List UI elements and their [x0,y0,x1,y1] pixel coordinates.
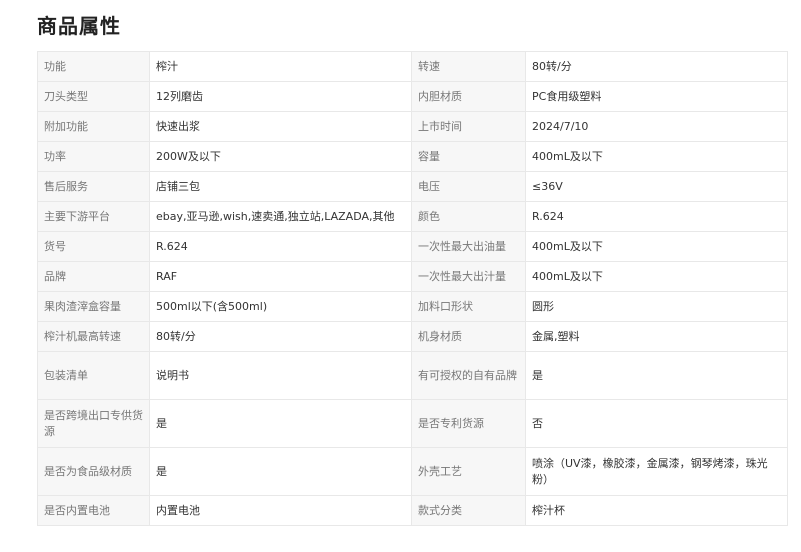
table-row: 货号 R.624 一次性最大出油量 400mL及以下 [37,231,788,262]
attr-value: 榨汁杯 [525,495,788,526]
attr-value: ≤36V [525,171,788,202]
attr-value: 500ml以下(含500ml) [149,291,412,322]
attr-key: 容量 [411,141,526,172]
table-row: 刀头类型 12列磨齿 内胆材质 PC食用级塑料 [37,81,788,112]
attr-key: 附加功能 [37,111,150,142]
attr-key: 主要下游平台 [37,201,150,232]
attr-key: 是否为食品级材质 [37,447,150,496]
attr-value: 快速出浆 [149,111,412,142]
table-row: 附加功能 快速出浆 上市时间 2024/7/10 [37,111,788,142]
attr-key: 货号 [37,231,150,262]
attr-key: 外壳工艺 [411,447,526,496]
attr-value: 店铺三包 [149,171,412,202]
attr-value: 是 [149,447,412,496]
table-row: 是否内置电池 内置电池 款式分类 榨汁杯 [37,495,788,526]
attr-value: 说明书 [149,351,412,400]
attr-key: 加料口形状 [411,291,526,322]
attr-value: 圆形 [525,291,788,322]
attr-value: 是 [525,351,788,400]
attr-value: 80转/分 [525,51,788,82]
attr-value: R.624 [149,231,412,262]
attr-value: 200W及以下 [149,141,412,172]
attr-value: 400mL及以下 [525,231,788,262]
attr-key: 一次性最大出油量 [411,231,526,262]
attr-key: 电压 [411,171,526,202]
attr-value: R.624 [525,201,788,232]
attr-key: 颜色 [411,201,526,232]
attr-key: 功率 [37,141,150,172]
attribute-table: 功能 榨汁 转速 80转/分 刀头类型 12列磨齿 内胆材质 PC食用级塑料 附… [37,51,788,526]
table-row: 榨汁机最高转速 80转/分 机身材质 金属,塑料 [37,321,788,352]
attr-key: 是否内置电池 [37,495,150,526]
attr-value: 是 [149,399,412,448]
table-row: 主要下游平台 ebay,亚马逊,wish,速卖通,独立站,LAZADA,其他 颜… [37,201,788,232]
table-row: 是否跨境出口专供货源 是 是否专利货源 否 [37,399,788,448]
attr-value: 12列磨齿 [149,81,412,112]
attr-key: 榨汁机最高转速 [37,321,150,352]
table-row: 是否为食品级材质 是 外壳工艺 喷涂（UV漆，橡胶漆，金属漆，钢琴烤漆，珠光粉） [37,447,788,496]
table-row: 功能 榨汁 转速 80转/分 [37,51,788,82]
attr-value: 否 [525,399,788,448]
table-row: 包装清单 说明书 有可授权的自有品牌 是 [37,351,788,400]
attr-key: 有可授权的自有品牌 [411,351,526,400]
attr-key: 包装清单 [37,351,150,400]
attr-value: 400mL及以下 [525,261,788,292]
table-row: 果肉渣滓盒容量 500ml以下(含500ml) 加料口形状 圆形 [37,291,788,322]
section-title: 商品属性 [37,14,121,38]
attr-key: 售后服务 [37,171,150,202]
attr-value: 内置电池 [149,495,412,526]
attr-value: RAF [149,261,412,292]
attr-value: PC食用级塑料 [525,81,788,112]
attr-value: ebay,亚马逊,wish,速卖通,独立站,LAZADA,其他 [149,201,412,232]
attr-value: 400mL及以下 [525,141,788,172]
attr-key: 是否跨境出口专供货源 [37,399,150,448]
attr-key: 品牌 [37,261,150,292]
attr-value: 金属,塑料 [525,321,788,352]
table-row: 品牌 RAF 一次性最大出汁量 400mL及以下 [37,261,788,292]
attr-key: 机身材质 [411,321,526,352]
attr-key: 刀头类型 [37,81,150,112]
attr-key: 款式分类 [411,495,526,526]
attr-value: 榨汁 [149,51,412,82]
attr-value: 80转/分 [149,321,412,352]
attr-key: 一次性最大出汁量 [411,261,526,292]
attr-value: 喷涂（UV漆，橡胶漆，金属漆，钢琴烤漆，珠光粉） [525,447,788,496]
attr-key: 内胆材质 [411,81,526,112]
attr-key: 是否专利货源 [411,399,526,448]
attr-value: 2024/7/10 [525,111,788,142]
table-row: 功率 200W及以下 容量 400mL及以下 [37,141,788,172]
attr-key: 果肉渣滓盒容量 [37,291,150,322]
attr-key: 功能 [37,51,150,82]
table-row: 售后服务 店铺三包 电压 ≤36V [37,171,788,202]
attr-key: 上市时间 [411,111,526,142]
attr-key: 转速 [411,51,526,82]
